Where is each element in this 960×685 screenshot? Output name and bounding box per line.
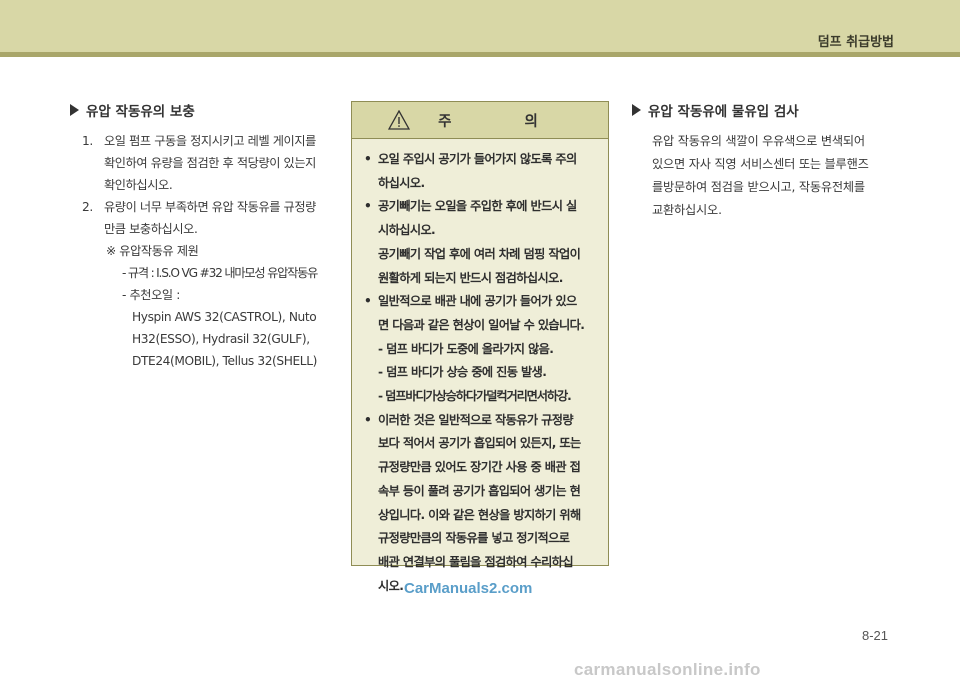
spec-oil-line: DTE24(MOBIL), Tellus 32(SHELL) — [132, 354, 317, 368]
spec-standard: - 규격 : I.S.O VG #32 내마모성 유압작동유 — [122, 266, 318, 280]
text-line: 교환하십시오. — [652, 203, 722, 217]
text-line: 를방문하여 점검을 받으시고, 작동유전체를 — [652, 180, 865, 194]
text-line: 규정량만큼 있어도 장기간 사용 중 배관 접 — [378, 460, 581, 475]
caution-body: • 오일 주입시 공기가 들어가지 않도록 주의 하십시오. • 공기빼기는 오… — [352, 139, 608, 598]
triangle-marker-icon — [70, 104, 79, 116]
caution-text: 일반적으로 배관 내에 공기가 들어가 있으 면 다음과 같은 현상이 일어날 … — [378, 290, 598, 337]
left-column: 유압 작동유의 보충 1. 오일 펌프 구동을 정지시키고 레벨 게이지를 확인… — [70, 100, 332, 372]
header-rule — [0, 52, 960, 57]
text-line: 확인하여 유량을 점검한 후 적당량이 있는지 — [104, 156, 316, 170]
caution-box: 주 의 • 오일 주입시 공기가 들어가지 않도록 주의 하십시오. • 공기빼… — [351, 101, 609, 593]
bullet: • — [364, 294, 372, 309]
caution-item: • 오일 주입시 공기가 들어가지 않도록 주의 하십시오. — [364, 148, 598, 195]
text-line: 속부 등이 풀려 공기가 흡입되어 생기는 현 — [378, 483, 581, 498]
caution-item: • 이러한 것은 일반적으로 작동유가 규정량 보다 적어서 공기가 흡입되어 … — [364, 409, 598, 599]
watermark-footer: carmanualsonline.info — [574, 660, 761, 679]
text-line: 오일 주입시 공기가 들어가지 않도록 주의 — [378, 152, 577, 166]
list-item: 1. 오일 펌프 구동을 정지시키고 레벨 게이지를 확인하여 유량을 점검한 … — [70, 130, 332, 196]
text-line: 규정량만큼의 작동유를 넣고 정기적으로 — [378, 531, 570, 546]
text-line: 보다 적어서 공기가 흡입되어 있든지, 또는 — [378, 436, 581, 451]
list-number: 2. — [82, 200, 93, 214]
spec-oil-line: Hyspin AWS 32(CASTROL), Nuto — [132, 310, 317, 324]
list-item: 2. 유량이 너무 부족하면 유압 작동유를 규정량 만큼 보충하십시오. — [70, 196, 332, 240]
text-line: 일반적으로 배관 내에 공기가 들어가 있으 — [378, 294, 577, 309]
warning-triangle-icon — [388, 110, 411, 130]
text-line: 유량이 너무 부족하면 유압 작동유를 규정량 — [104, 200, 316, 214]
list-text: 오일 펌프 구동을 정지시키고 레벨 게이지를 확인하여 유량을 점검한 후 적… — [104, 130, 332, 196]
symptom-line: - 덤프바디가상승하다가덜컥거리면서하강. — [378, 389, 572, 404]
water-check-text: 유압 작동유의 색깔이 우유색으로 변색되어 있으면 자사 직영 서비스센터 또… — [632, 130, 894, 222]
triangle-marker-icon — [632, 104, 641, 116]
spec-recommended: - 추천오일 : — [122, 288, 180, 302]
text-line: 이러한 것은 일반적으로 작동유가 규정량 — [378, 412, 574, 427]
text-line: 상입니다. 이와 같은 현상을 방지하기 위해 — [378, 507, 581, 522]
text-line: 공기빼기는 오일을 주입한 후에 반드시 실 — [378, 199, 577, 214]
text-line: 하십시오. — [378, 175, 425, 190]
spec-oil-line: H32(ESSO), Hydrasil 32(GULF), — [132, 332, 310, 346]
caution-header: 주 의 — [352, 102, 608, 139]
watermark-link[interactable]: CarManuals2.com — [404, 580, 532, 597]
text-line: 면 다음과 같은 현상이 일어날 수 있습니다. — [378, 317, 585, 332]
text-line: 만큼 보충하십시오. — [104, 222, 198, 236]
caution-item: • 공기빼기는 오일을 주입한 후에 반드시 실 시하십시오. — [364, 195, 598, 242]
caution-text: 오일 주입시 공기가 들어가지 않도록 주의 하십시오. — [378, 148, 598, 195]
header-band — [0, 0, 960, 52]
text-line: 확인하십시오. — [104, 178, 173, 192]
list-number: 1. — [82, 134, 93, 148]
section-heading-text: 유압 작동유의 보충 — [86, 104, 195, 120]
symptom-line: - 덤프 바디가 상승 중에 진동 발생. — [378, 365, 547, 380]
text-line: 유압 작동유의 색깔이 우유색으로 변색되어 — [652, 134, 865, 148]
section-heading-text: 유압 작동유에 물유입 검사 — [648, 104, 799, 120]
caution-sub-line: 원활하게 되는지 반드시 점검하십시오. — [378, 270, 563, 285]
text-line: 시하십시오. — [378, 223, 436, 238]
text-line: 오일 펌프 구동을 정지시키고 레벨 게이지를 — [104, 134, 316, 148]
caution-title: 주 의 — [438, 113, 572, 130]
symptom-line: - 덤프 바디가 도중에 올라가지 않음. — [378, 341, 554, 356]
section-heading-refill: 유압 작동유의 보충 — [70, 100, 332, 120]
bullet: • — [364, 412, 372, 427]
page-number: 8-21 — [861, 628, 888, 643]
section-heading-water: 유압 작동유에 물유입 검사 — [632, 100, 894, 120]
text-line: 있으면 자사 직영 서비스센터 또는 블루핸즈 — [652, 157, 869, 171]
chapter-title: 덤프 취급방법 — [817, 35, 894, 50]
oil-spec: ※ 유압작동유 제원 - 규격 : I.S.O VG #32 내마모성 유압작동… — [70, 240, 332, 372]
bullet: • — [364, 199, 372, 214]
caution-text: 공기빼기는 오일을 주입한 후에 반드시 실 시하십시오. — [378, 195, 598, 242]
caution-item: • 일반적으로 배관 내에 공기가 들어가 있으 면 다음과 같은 현상이 일어… — [364, 290, 598, 337]
caution-sub-line: 공기빼기 작업 후에 여러 차례 덤핑 작업이 — [378, 246, 581, 261]
caution-text: 이러한 것은 일반적으로 작동유가 규정량 보다 적어서 공기가 흡입되어 있든… — [378, 409, 598, 599]
spec-heading: ※ 유압작동유 제원 — [106, 244, 199, 258]
bullet: • — [364, 152, 372, 166]
text-line: 배관 연결부의 풀림을 점검하여 수리하십 — [378, 554, 574, 569]
right-column: 유압 작동유에 물유입 검사 유압 작동유의 색깔이 우유색으로 변색되어 있으… — [632, 100, 894, 222]
list-text: 유량이 너무 부족하면 유압 작동유를 규정량 만큼 보충하십시오. — [104, 196, 332, 240]
